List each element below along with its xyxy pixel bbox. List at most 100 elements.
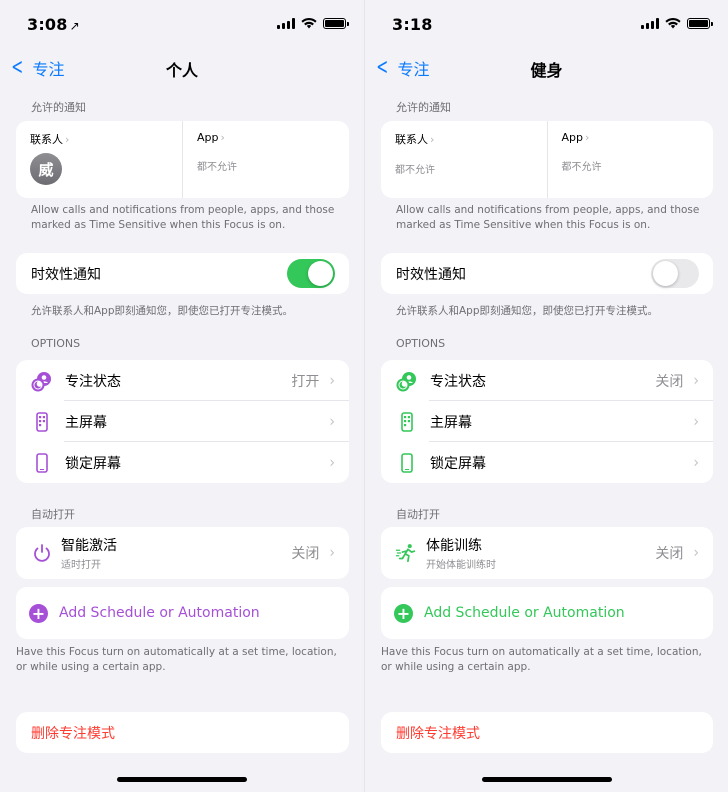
page-title: 个人 bbox=[165, 61, 198, 80]
people-sub: 都不允许 bbox=[395, 165, 435, 176]
home-screen-row[interactable]: 主屏幕 › bbox=[16, 401, 349, 442]
home-screen-label: 主屏幕 bbox=[65, 414, 107, 431]
delete-focus-label: 删除专注模式 bbox=[396, 725, 480, 742]
page-title: 健身 bbox=[530, 61, 563, 80]
workout-automation-row[interactable]: 体能训练 开始体能训练时 关闭 › bbox=[381, 527, 713, 579]
automation-title: 体能训练 bbox=[426, 538, 482, 554]
home-indicator[interactable] bbox=[117, 777, 247, 782]
automation-value: 关闭 bbox=[655, 546, 684, 562]
chevron-right-icon: › bbox=[585, 131, 590, 144]
apps-sub: 都不允许 bbox=[561, 162, 602, 173]
focus-status-icon bbox=[31, 370, 53, 392]
home-screen-row[interactable]: 主屏幕 › bbox=[381, 401, 713, 442]
time-sensitive-label: 时效性通知 bbox=[396, 266, 466, 283]
avatar: 威 bbox=[30, 153, 62, 185]
add-schedule-button[interactable]: + Add Schedule or Automation bbox=[16, 587, 349, 639]
status-bar: 3:08 ↗ bbox=[0, 0, 364, 50]
add-schedule-label: Add Schedule or Automation bbox=[424, 605, 625, 621]
options-card: 专注状态 关闭 › 主屏幕 › 锁定屏幕 › bbox=[381, 360, 713, 483]
delete-focus-button[interactable]: 删除专注模式 bbox=[16, 712, 349, 753]
automation-card: 智能激活 适时打开 关闭 › bbox=[16, 527, 349, 579]
auto-on-header: 自动打开 bbox=[31, 508, 75, 521]
lock-screen-row[interactable]: 锁定屏幕 › bbox=[381, 442, 713, 483]
lock-screen-icon bbox=[31, 452, 53, 474]
status-time: 3:08 ↗ bbox=[27, 15, 80, 34]
focus-screen-personal: 3:08 ↗ < 专注 个人 允许的通知 联系人 › 威 App › 都不允许 Allo… bbox=[0, 0, 364, 792]
battery-icon bbox=[687, 17, 713, 29]
people-cell[interactable]: 联系人 › 都不允许 bbox=[381, 121, 547, 198]
chevron-right-icon: › bbox=[693, 371, 699, 390]
focus-status-icon bbox=[396, 370, 418, 392]
people-label: 联系人 › bbox=[30, 133, 70, 146]
focus-status-row[interactable]: 专注状态 关闭 › bbox=[381, 360, 713, 401]
chevron-right-icon: › bbox=[430, 133, 435, 146]
chevron-right-icon: › bbox=[693, 412, 699, 431]
nav-bar: < 专注 个人 bbox=[0, 55, 364, 81]
chevron-right-icon: › bbox=[329, 412, 335, 431]
status-icons bbox=[277, 17, 349, 29]
automation-title: 智能激活 bbox=[61, 538, 117, 554]
automation-subtitle: 适时打开 bbox=[61, 560, 101, 571]
allowed-footnote: Allow calls and notifications from peopl… bbox=[396, 204, 700, 231]
options-header: OPTIONS bbox=[396, 337, 446, 350]
options-card: 专注状态 打开 › 主屏幕 › 锁定屏幕 › bbox=[16, 360, 349, 483]
cellular-signal-icon bbox=[641, 17, 659, 29]
battery-icon bbox=[323, 17, 349, 29]
time-sensitive-toggle[interactable] bbox=[651, 259, 699, 288]
people-cell[interactable]: 联系人 › 威 bbox=[16, 121, 182, 198]
apps-cell[interactable]: App › 都不允许 bbox=[182, 121, 349, 198]
cellular-signal-icon bbox=[277, 17, 295, 29]
add-schedule-button[interactable]: + Add Schedule or Automation bbox=[381, 587, 713, 639]
delete-card: 删除专注模式 bbox=[381, 712, 713, 753]
focus-status-row[interactable]: 专注状态 打开 › bbox=[16, 360, 349, 401]
apps-cell[interactable]: App › 都不允许 bbox=[546, 121, 714, 198]
time-sensitive-card: 时效性通知 bbox=[16, 253, 349, 294]
chevron-right-icon: › bbox=[693, 543, 699, 563]
time-sensitive-footnote: 允许联系人和App即刻通知您，即使您已打开专注模式。 bbox=[396, 305, 659, 317]
focus-status-value: 关闭 bbox=[655, 373, 684, 390]
focus-status-label: 专注状态 bbox=[430, 373, 486, 390]
delete-focus-button[interactable]: 删除专注模式 bbox=[381, 712, 713, 753]
status-bar: 3:18 bbox=[365, 0, 728, 50]
delete-card: 删除专注模式 bbox=[16, 712, 349, 753]
chevron-right-icon: › bbox=[65, 133, 70, 146]
status-time: 3:18 bbox=[392, 15, 433, 34]
wifi-icon bbox=[665, 17, 681, 29]
time-sensitive-card: 时效性通知 bbox=[381, 253, 713, 294]
plus-icon: + bbox=[29, 603, 48, 623]
time-sensitive-toggle[interactable] bbox=[287, 259, 335, 288]
home-indicator[interactable] bbox=[481, 777, 612, 782]
nav-bar: < 专注 健身 bbox=[365, 55, 728, 81]
add-schedule-label: Add Schedule or Automation bbox=[59, 605, 260, 621]
focus-screen-fitness: 3:18 < 专注 健身 允许的通知 联系人 › 都不允许 App › 都不允许 Al… bbox=[364, 0, 728, 792]
location-icon: ↗ bbox=[69, 19, 80, 33]
lock-screen-row[interactable]: 锁定屏幕 › bbox=[16, 442, 349, 483]
people-label: 联系人 › bbox=[395, 133, 435, 146]
chevron-right-icon: › bbox=[329, 453, 335, 472]
time-sensitive-footnote: 允许联系人和App即刻通知您，即使您已打开专注模式。 bbox=[31, 305, 294, 317]
automation-footnote: Have this Focus turn on automatically at… bbox=[16, 646, 337, 673]
auto-on-header: 自动打开 bbox=[396, 508, 440, 521]
options-header: OPTIONS bbox=[31, 337, 81, 350]
chevron-right-icon: › bbox=[220, 131, 225, 144]
chevron-right-icon: › bbox=[329, 543, 335, 563]
lock-screen-icon bbox=[396, 452, 418, 474]
lock-screen-label: 锁定屏幕 bbox=[430, 455, 486, 472]
allowed-notifications-card: 联系人 › 威 App › 都不允许 bbox=[16, 121, 349, 198]
delete-focus-label: 删除专注模式 bbox=[31, 725, 115, 742]
allowed-notifications-header: 允许的通知 bbox=[31, 101, 86, 114]
focus-status-value: 打开 bbox=[291, 373, 320, 390]
chevron-right-icon: › bbox=[329, 371, 335, 390]
running-figure-icon bbox=[396, 542, 418, 564]
home-screen-icon bbox=[31, 411, 53, 433]
allowed-footnote: Allow calls and notifications from peopl… bbox=[31, 204, 335, 231]
focus-status-label: 专注状态 bbox=[65, 373, 121, 390]
chevron-right-icon: › bbox=[693, 453, 699, 472]
automation-subtitle: 开始体能训练时 bbox=[426, 560, 496, 571]
automation-card: 体能训练 开始体能训练时 关闭 › bbox=[381, 527, 713, 579]
add-automation-card: + Add Schedule or Automation bbox=[381, 587, 713, 639]
smart-activation-row[interactable]: 智能激活 适时打开 关闭 › bbox=[16, 527, 349, 579]
allowed-notifications-header: 允许的通知 bbox=[396, 101, 451, 114]
automation-footnote: Have this Focus turn on automatically at… bbox=[381, 646, 702, 673]
plus-icon: + bbox=[394, 603, 413, 623]
